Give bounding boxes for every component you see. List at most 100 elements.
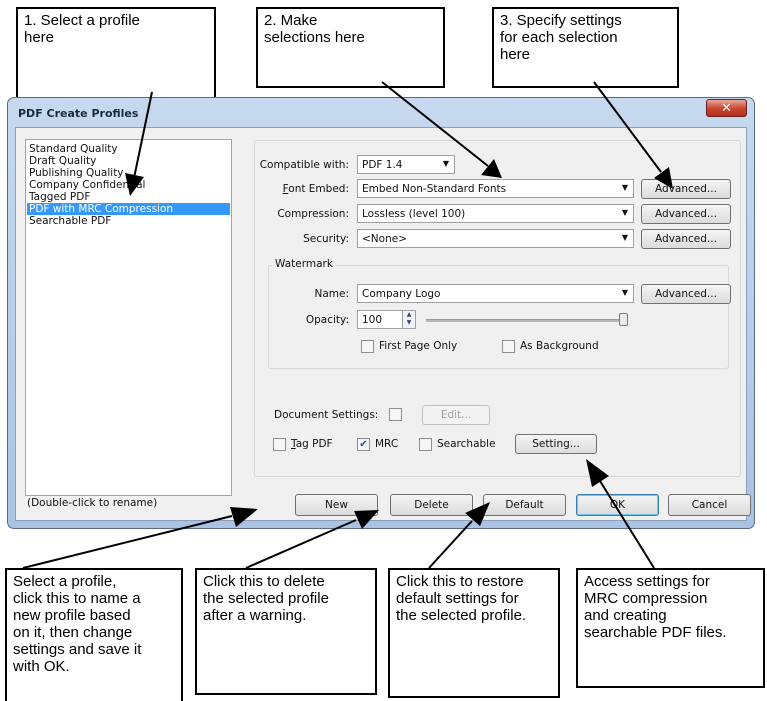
callout-text-line: for each selection (500, 29, 618, 46)
setting-button[interactable]: Setting... (515, 434, 597, 454)
watermark-advanced-button[interactable]: Advanced... (641, 284, 731, 304)
font-advanced-button[interactable]: Advanced... (641, 179, 731, 199)
callout-text-line: settings and save it (13, 641, 142, 658)
callout-text-line: with OK. (13, 658, 70, 675)
document-settings-checkbox[interactable] (389, 408, 402, 421)
callout-make-selections: 2. Make selections here (256, 7, 445, 88)
spinner-down-icon[interactable]: ▼ (403, 319, 415, 327)
security-label: Security: (303, 233, 349, 245)
mrc-checkbox[interactable]: ✔ (357, 438, 370, 451)
chevron-down-icon: ▼ (621, 288, 628, 297)
font-embed-value: Embed Non-Standard Fonts (362, 183, 507, 195)
callout-delete: Click this to delete the selected profil… (195, 568, 377, 695)
profile-item[interactable]: Tagged PDF (29, 191, 90, 203)
dialog-title: PDF Create Profiles (18, 107, 139, 120)
callout-text-line: click this to name a (13, 590, 141, 607)
chevron-down-icon: ▼ (621, 183, 628, 192)
close-button[interactable]: ✕ (706, 99, 747, 117)
profile-item[interactable]: Publishing Quality (29, 167, 124, 179)
callout-text-line: selections here (264, 29, 365, 46)
first-page-only-label: First Page Only (379, 340, 458, 352)
compatible-with-dropdown[interactable]: PDF 1.4 ▼ (357, 155, 455, 174)
profile-item-selected[interactable]: PDF with MRC Compression (27, 203, 230, 215)
tag-pdf-label-rest: ag PDF (295, 438, 333, 450)
callout-new-profile: Select a profile, click this to name a n… (5, 568, 183, 701)
title-bar: PDF Create Profiles ✕ (8, 98, 754, 128)
searchable-label: Searchable (437, 438, 496, 450)
first-page-only-checkbox[interactable] (361, 340, 374, 353)
callout-text-line: here (24, 29, 55, 46)
callout-specify-settings: 3. Specify settings for each selection h… (492, 7, 679, 88)
pdf-create-profiles-dialog: PDF Create Profiles ✕ Standard Quality D… (7, 97, 755, 529)
chevron-down-icon: ▼ (621, 208, 628, 217)
opacity-input[interactable]: 100 (357, 310, 403, 329)
compression-label: Compression: (277, 208, 349, 220)
callout-text-line: Access settings for (584, 573, 710, 590)
callout-text-line: on it, then change (13, 624, 133, 641)
font-embed-label: Font Embed: (256, 183, 349, 195)
callout-text-line: here (500, 46, 531, 63)
cancel-button[interactable]: Cancel (668, 494, 751, 516)
callout-text-line: Click this to restore (396, 573, 524, 590)
chevron-down-icon: ▼ (621, 233, 628, 242)
callout-text-line: and creating (584, 607, 667, 624)
callout-default: Click this to restore default settings f… (388, 568, 560, 698)
watermark-name-value: Company Logo (362, 288, 441, 300)
tag-pdf-label: Tag PDF (291, 438, 333, 450)
security-advanced-button[interactable]: Advanced... (641, 229, 731, 249)
callout-text-line: default settings for (396, 590, 519, 607)
callout-text-line: searchable PDF files. (584, 624, 727, 641)
profile-item[interactable]: Company Confidential (29, 179, 145, 191)
ok-button[interactable]: OK (576, 494, 659, 516)
document-settings-label: Document Settings: (274, 409, 379, 421)
callout-text-line: Click this to delete (203, 573, 325, 590)
spinner-up-icon[interactable]: ▲ (403, 311, 415, 319)
mrc-label: MRC (375, 438, 399, 450)
as-background-label: As Background (520, 340, 599, 352)
opacity-slider-track[interactable] (426, 319, 622, 322)
callout-mrc-settings: Access settings for MRC compression and … (576, 568, 765, 688)
tag-pdf-checkbox[interactable] (273, 438, 286, 451)
callout-text-line: 1. Select a profile (24, 12, 140, 29)
callout-text-line: Select a profile, (13, 573, 117, 590)
callout-text-line: MRC compression (584, 590, 708, 607)
security-value: <None> (362, 233, 407, 245)
chevron-down-icon: ▼ (442, 159, 449, 168)
callout-text-line: 3. Specify settings (500, 12, 622, 29)
callout-select-profile: 1. Select a profile here (16, 7, 216, 99)
profile-item[interactable]: Draft Quality (29, 155, 96, 167)
searchable-checkbox[interactable] (419, 438, 432, 451)
callout-text-line: new profile based (13, 607, 131, 624)
opacity-slider-thumb[interactable] (619, 313, 628, 326)
edit-button[interactable]: Edit... (422, 405, 490, 425)
watermark-name-label: Name: (314, 288, 349, 300)
watermark-group-label: Watermark (273, 258, 335, 270)
delete-button[interactable]: Delete (390, 494, 473, 516)
callout-text-line: the selected profile. (396, 607, 527, 624)
checkmark-icon: ✔ (359, 439, 368, 450)
compatible-with-value: PDF 1.4 (362, 159, 403, 171)
callout-text-line: 2. Make (264, 12, 318, 29)
close-icon: ✕ (721, 101, 732, 116)
profile-item[interactable]: Searchable PDF (29, 215, 111, 227)
font-embed-label-rest: ont Embed: (288, 183, 349, 195)
new-button[interactable]: New (295, 494, 378, 516)
profile-list[interactable]: Standard Quality Draft Quality Publishin… (25, 139, 232, 496)
callout-text-line: after a warning. (203, 607, 307, 624)
rename-hint: (Double-click to rename) (27, 497, 158, 509)
opacity-spinner[interactable]: ▲ ▼ (402, 310, 416, 329)
as-background-checkbox[interactable] (502, 340, 515, 353)
compression-value: Lossless (level 100) (362, 208, 466, 220)
compatible-with-label: Compatible with: (259, 159, 349, 171)
font-embed-dropdown[interactable]: Embed Non-Standard Fonts ▼ (357, 179, 634, 198)
compression-dropdown[interactable]: Lossless (level 100) ▼ (357, 204, 634, 223)
default-button[interactable]: Default (483, 494, 566, 516)
opacity-value: 100 (362, 314, 383, 326)
dialog-client-area: Standard Quality Draft Quality Publishin… (15, 127, 751, 521)
callout-text-line: the selected profile (203, 590, 329, 607)
watermark-name-dropdown[interactable]: Company Logo ▼ (357, 284, 634, 303)
opacity-label: Opacity: (305, 314, 349, 326)
profile-item[interactable]: Standard Quality (29, 143, 118, 155)
compression-advanced-button[interactable]: Advanced... (641, 204, 731, 224)
security-dropdown[interactable]: <None> ▼ (357, 229, 634, 248)
